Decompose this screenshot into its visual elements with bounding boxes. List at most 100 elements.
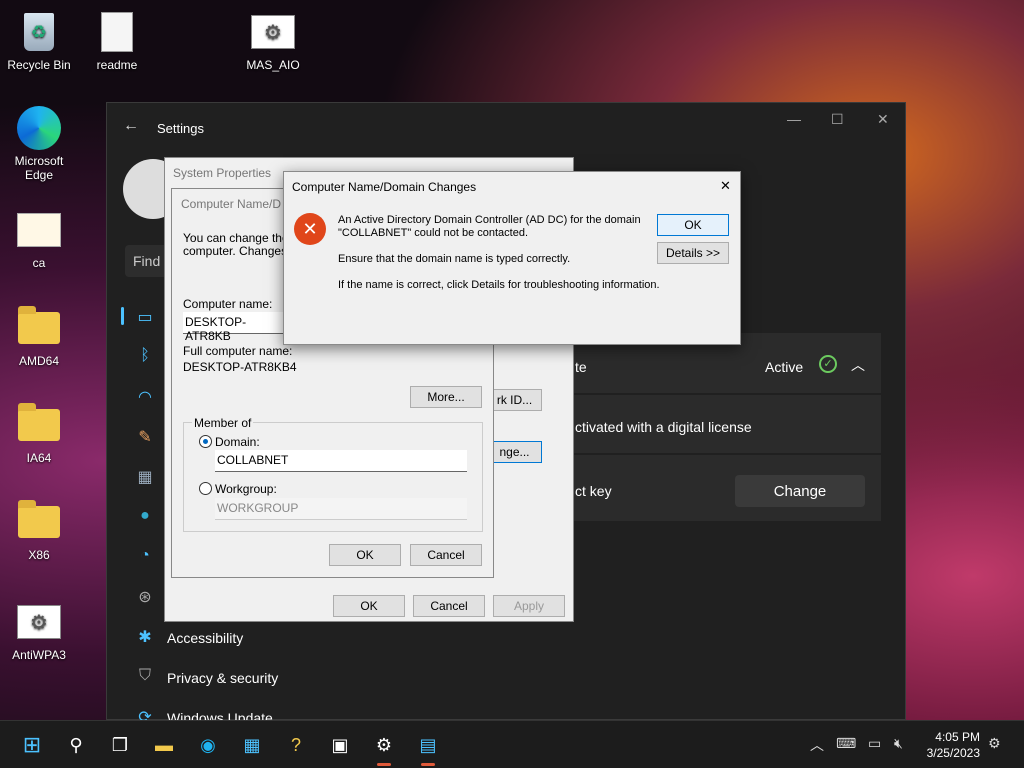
workgroup-radio[interactable] [199, 482, 212, 495]
clock-time: 4:05 PM [935, 730, 980, 744]
search-icon[interactable]: ⚲ [60, 729, 92, 761]
settings-gear-icon[interactable]: ⚙ [368, 729, 400, 766]
error-message-line-1: An Active Directory Domain Controller (A… [338, 214, 641, 226]
clock[interactable]: 4:05 PM 3/25/2023 [927, 729, 980, 761]
desktop-icon-antiwpa3[interactable]: ⚙ AntiWPA3 [1, 600, 77, 662]
gaming-icon[interactable]: ⊛ [135, 587, 155, 607]
network-id-button[interactable]: rk ID... [487, 389, 542, 411]
time-language-icon[interactable]: ◔ [135, 547, 155, 567]
desktop-icon-ca[interactable]: ca [1, 208, 77, 270]
shield-icon[interactable]: ⛉ [135, 667, 155, 687]
change-product-key-button[interactable]: Change [735, 475, 865, 507]
desktop-icon-label: AntiWPA3 [12, 648, 66, 662]
volume-muted-icon[interactable]: 🔇︎ [894, 735, 903, 752]
desktop-icon-readme[interactable]: readme [79, 10, 155, 72]
nav-selected-indicator [121, 307, 124, 325]
system-properties-icon[interactable]: ▤ [412, 729, 444, 766]
apps-icon[interactable]: ▦ [135, 467, 155, 487]
back-arrow-icon[interactable]: ← [123, 117, 139, 135]
accessibility-icon[interactable]: ✱ [135, 627, 155, 647]
script-help-icon[interactable]: ? [280, 729, 312, 761]
folder-icon [18, 306, 60, 344]
desktop-icon-recycle-bin[interactable]: ♻ Recycle Bin [1, 10, 77, 72]
desktop-icon-label: readme [96, 58, 138, 72]
desktop-icon-label: IA64 [26, 451, 52, 465]
error-icon: ✕ [294, 213, 326, 245]
desktop-icon-label: Microsoft Edge [14, 154, 64, 182]
activation-license-text: ctivated with a digital license [575, 419, 752, 435]
desktop-icon-amd64[interactable]: AMD64 [1, 306, 77, 368]
domain-label: Domain: [215, 435, 260, 449]
desktop-icon-label: MAS_AIO [246, 58, 300, 72]
change-button[interactable]: nge... [487, 441, 542, 463]
edge-icon[interactable]: ◉ [192, 729, 224, 761]
desktop-icon-ia64[interactable]: IA64 [1, 403, 77, 465]
close-icon[interactable]: ✕ [720, 178, 731, 194]
full-name-label: Full computer name: [183, 344, 293, 358]
error-dialog-title: Computer Name/Domain Changes [292, 180, 477, 194]
bluetooth-icon[interactable]: ᛒ [135, 347, 155, 367]
folder-icon [18, 500, 60, 538]
activation-state-value: Active [765, 359, 804, 375]
domain-input[interactable]: COLLABNET [215, 450, 467, 472]
edge-icon [17, 106, 61, 150]
clock-date: 3/25/2023 [926, 746, 980, 760]
system-properties-title: System Properties [173, 166, 272, 180]
personalization-brush-icon[interactable]: ✎ [135, 427, 155, 447]
error-ok-button[interactable]: OK [657, 214, 729, 236]
desktop-icon-mas-aio[interactable]: ⚙ MAS_AIO [235, 10, 311, 72]
error-message-line-3: Ensure that the domain name is typed cor… [338, 253, 571, 265]
check-circle-icon: ✓ [819, 355, 837, 373]
nav-privacy-security[interactable]: Privacy & security [167, 670, 278, 686]
computer-name-field[interactable]: DESKTOP-ATR8KB [183, 312, 293, 343]
notification-gear-icon[interactable]: ⚙ [988, 735, 1001, 752]
start-windows-icon[interactable]: ⊞ [16, 729, 48, 761]
system-icon[interactable]: ▭ [135, 307, 155, 327]
member-of-label: Member of [192, 416, 254, 430]
more-button[interactable]: More... [410, 386, 482, 408]
activation-state-label: te [575, 359, 587, 375]
close-icon[interactable]: ✕ [877, 111, 889, 128]
cnc-ok-button[interactable]: OK [329, 544, 401, 566]
domain-error-dialog: Computer Name/Domain Changes ✕ ✕ An Acti… [283, 171, 741, 345]
keyboard-icon[interactable]: ⌨ [836, 735, 856, 752]
file-explorer-icon[interactable]: ▬ [148, 729, 180, 761]
folder-icon [18, 403, 60, 441]
task-view-icon[interactable]: ❐ [104, 729, 136, 761]
wifi-icon[interactable]: ◠ [135, 387, 155, 407]
sysprops-cancel-button[interactable]: Cancel [413, 595, 485, 617]
store-icon[interactable]: ▦ [236, 729, 268, 761]
desktop-icon-label: Recycle Bin [7, 58, 71, 72]
intro-text: You can change the [183, 231, 289, 245]
desktop-icon-edge[interactable]: Microsoft Edge [1, 106, 77, 182]
sysprops-apply-button[interactable]: Apply [493, 595, 565, 617]
error-message-line-2: "COLLABNET" could not be contacted. [338, 227, 529, 239]
cnc-cancel-button[interactable]: Cancel [410, 544, 482, 566]
maximize-icon[interactable]: ☐ [831, 111, 844, 128]
details-button[interactable]: Details >> [657, 242, 729, 264]
product-key-label: ct key [575, 483, 612, 499]
dialog-title: Computer Name/D [181, 197, 282, 211]
gear-script-icon: ⚙ [17, 605, 61, 639]
chevron-up-icon[interactable]: ︿ [810, 735, 824, 755]
certificate-icon [17, 213, 61, 247]
domain-radio[interactable] [199, 435, 212, 448]
full-name-value: DESKTOP-ATR8KB4 [183, 360, 297, 374]
desktop-icon-label: ca [32, 256, 46, 270]
desktop-icon-x86[interactable]: X86 [1, 500, 77, 562]
gear-script-icon: ⚙ [251, 15, 295, 49]
computer-name-label: Computer name: [183, 297, 273, 311]
document-icon [101, 12, 133, 52]
workgroup-input[interactable]: WORKGROUP [215, 498, 467, 520]
taskbar: ⊞ ⚲ ❐ ▬ ◉ ▦ ? ▣ ⚙ ▤ ︿ ⌨ ▭ 🔇︎ 4:05 PM 3/2… [0, 720, 1024, 768]
sysprops-ok-button[interactable]: OK [333, 595, 405, 617]
workgroup-label: Workgroup: [215, 482, 277, 496]
network-icon[interactable]: ▭ [868, 735, 881, 752]
nav-accessibility[interactable]: Accessibility [167, 630, 243, 646]
terminal-icon[interactable]: ▣ [324, 729, 356, 761]
minimize-icon[interactable]: — [787, 111, 801, 127]
desktop-icon-label: X86 [28, 548, 50, 562]
accounts-icon[interactable]: ● [135, 507, 155, 527]
chevron-up-icon[interactable]: ︿ [851, 355, 865, 375]
error-message-line-4: If the name is correct, click Details fo… [338, 279, 660, 291]
